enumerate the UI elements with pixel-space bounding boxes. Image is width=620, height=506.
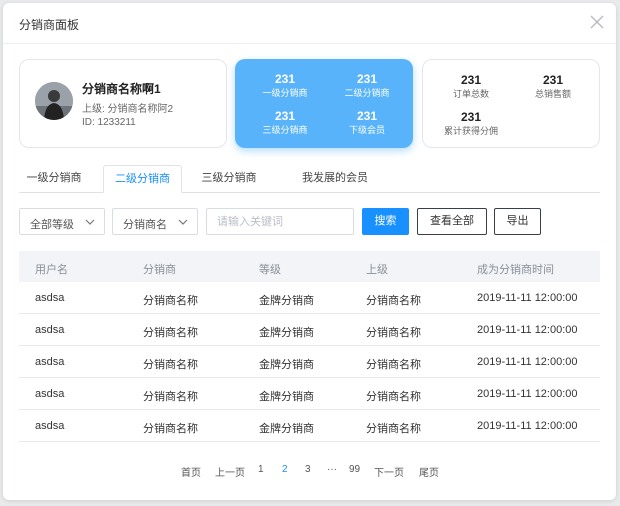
stat-value: 231	[542, 73, 564, 87]
table-row[interactable]: asdsa 分销商名称 金牌分销商 分销商名称 2019-11-11 12:00…	[19, 410, 600, 442]
stat-value: 231	[356, 72, 378, 86]
col-username: 用户名	[35, 264, 68, 276]
page-first[interactable]: 首页	[181, 464, 201, 479]
stat-level1[interactable]: 231 一级分销商	[245, 72, 325, 99]
table-row[interactable]: asdsa 分销商名称 金牌分销商 分销商名称 2019-11-11 12:00…	[19, 314, 600, 346]
cell-distributor: 分销商名称	[143, 327, 198, 339]
cell-username: asdsa	[35, 420, 65, 432]
profile-card: 分销商名称啊1 上级: 分销商名称阿2 ID: 1233211	[19, 59, 227, 148]
cell-username: asdsa	[35, 324, 65, 336]
cell-level: 金牌分销商	[259, 423, 314, 435]
cell-distributor: 分销商名称	[143, 423, 198, 435]
cell-distributor: 分销商名称	[143, 359, 198, 371]
tab-level3[interactable]: 三级分销商	[191, 165, 267, 191]
profile-id: ID: 1233211	[82, 117, 136, 128]
cell-join-time: 2019-11-11 12:00:00	[477, 356, 578, 368]
cell-join-time: 2019-11-11 12:00:00	[477, 324, 578, 336]
stat-value: 231	[274, 109, 296, 123]
dialog-header: 分销商面板	[3, 3, 616, 44]
tab-level1[interactable]: 一级分销商	[19, 165, 89, 191]
stat-label: 累计获得分佣	[443, 126, 498, 136]
cell-join-time: 2019-11-11 12:00:00	[477, 420, 578, 432]
level-select-value: 全部等级	[30, 219, 74, 231]
table-row[interactable]: asdsa 分销商名称 金牌分销商 分销商名称 2019-11-11 12:00…	[19, 346, 600, 378]
stat-level2[interactable]: 231 二级分销商	[327, 72, 407, 99]
profile-superior: 上级: 分销商名称阿2	[82, 104, 174, 115]
cell-username: asdsa	[35, 292, 65, 304]
page-2[interactable]: 2	[282, 464, 288, 475]
tab-level2[interactable]: 二级分销商	[103, 165, 182, 193]
avatar	[35, 82, 73, 120]
table-row[interactable]: asdsa 分销商名称 金牌分销商 分销商名称 2019-11-11 12:00…	[19, 282, 600, 314]
cell-username: asdsa	[35, 356, 65, 368]
page-3[interactable]: 3	[305, 464, 311, 475]
totals-card: 231 订单总数 231 总销售额 231 累计获得分佣	[422, 59, 600, 148]
level-select[interactable]: 全部等级	[19, 208, 105, 235]
page-ellipsis: ···	[327, 464, 337, 475]
cell-superior: 分销商名称	[366, 295, 421, 307]
levels-card: 231 一级分销商 231 二级分销商 231 三级分销商 231 下级会员	[235, 59, 413, 148]
cell-level: 金牌分销商	[259, 359, 314, 371]
field-select[interactable]: 分销商名	[112, 208, 198, 235]
field-select-value: 分销商名	[123, 219, 167, 231]
tab-bar: 一级分销商 二级分销商 三级分销商 我发展的会员	[19, 165, 600, 193]
tab-my-members[interactable]: 我发展的会员	[289, 165, 381, 191]
page-last[interactable]: 尾页	[419, 464, 439, 479]
page-1[interactable]: 1	[258, 464, 264, 475]
stat-label: 二级分销商	[344, 88, 390, 98]
stat-value: 231	[460, 110, 482, 124]
stat-label: 一级分销商	[262, 88, 308, 98]
stat-value: 231	[274, 72, 296, 86]
cell-distributor: 分销商名称	[143, 295, 198, 307]
cell-join-time: 2019-11-11 12:00:00	[477, 292, 578, 304]
stat-label: 总销售额	[534, 89, 571, 99]
search-input[interactable]	[206, 208, 354, 235]
cell-distributor: 分销商名称	[143, 391, 198, 403]
page-prev[interactable]: 上一页	[215, 464, 245, 479]
stat-sales-total: 231 总销售额	[513, 73, 593, 100]
stat-order-count: 231 订单总数	[431, 73, 511, 100]
col-superior: 上级	[366, 264, 388, 276]
page-next[interactable]: 下一页	[374, 464, 404, 479]
cell-join-time: 2019-11-11 12:00:00	[477, 388, 578, 400]
stat-commission-total: 231 累计获得分佣	[431, 110, 511, 137]
page-99[interactable]: 99	[349, 464, 360, 475]
cell-superior: 分销商名称	[366, 423, 421, 435]
stat-level3[interactable]: 231 三级分销商	[245, 109, 325, 136]
col-distributor: 分销商	[143, 264, 176, 276]
cell-username: asdsa	[35, 388, 65, 400]
distributor-panel-dialog: 分销商面板 分销商名称啊1 上级: 分销商名称阿2 ID: 1233211 23…	[3, 3, 616, 500]
stat-label: 订单总数	[452, 89, 489, 99]
search-button[interactable]: 搜索	[362, 208, 409, 235]
cell-level: 金牌分销商	[259, 327, 314, 339]
distributor-table: 用户名 分销商 等级 上级 成为分销商时间 asdsa 分销商名称 金牌分销商 …	[19, 251, 600, 442]
chevron-down-icon	[85, 217, 95, 230]
export-button[interactable]: 导出	[494, 208, 541, 235]
close-icon[interactable]	[590, 15, 604, 29]
view-all-button[interactable]: 查看全部	[417, 208, 487, 235]
cell-superior: 分销商名称	[366, 359, 421, 371]
col-level: 等级	[259, 264, 281, 276]
col-join-time: 成为分销商时间	[477, 264, 554, 276]
profile-name: 分销商名称啊1	[82, 82, 161, 96]
cell-superior: 分销商名称	[366, 327, 421, 339]
pagination: 首页 上一页 1 2 3 ··· 99 下一页 尾页	[3, 464, 616, 479]
dialog-title: 分销商面板	[19, 18, 80, 32]
chevron-down-icon	[178, 217, 188, 230]
stat-members[interactable]: 231 下级会员	[327, 109, 407, 136]
stat-label: 三级分销商	[262, 125, 308, 135]
stat-label: 下级会员	[348, 125, 385, 135]
cell-level: 金牌分销商	[259, 295, 314, 307]
cell-superior: 分销商名称	[366, 391, 421, 403]
stat-value: 231	[356, 109, 378, 123]
table-row[interactable]: asdsa 分销商名称 金牌分销商 分销商名称 2019-11-11 12:00…	[19, 378, 600, 410]
stat-value: 231	[460, 73, 482, 87]
table-header: 用户名 分销商 等级 上级 成为分销商时间	[19, 251, 600, 282]
cell-level: 金牌分销商	[259, 391, 314, 403]
